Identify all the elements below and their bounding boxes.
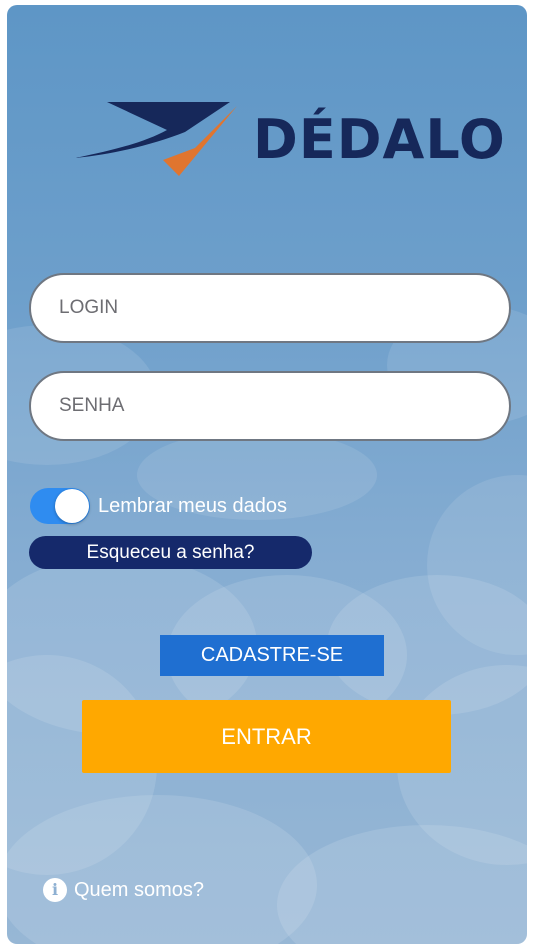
remember-toggle[interactable] <box>30 488 90 524</box>
dedalo-logo: DÉDALO <box>75 100 505 185</box>
info-icon: i <box>43 878 67 902</box>
toggle-knob <box>55 489 89 523</box>
logo-text: DÉDALO <box>253 108 506 171</box>
remember-label: Lembrar meus dados <box>98 495 287 517</box>
about-label: Quem somos? <box>74 879 205 901</box>
password-input[interactable] <box>29 371 511 441</box>
forgot-password-button[interactable]: Esqueceu a senha? <box>29 536 312 569</box>
register-button[interactable]: CADASTRE-SE <box>160 635 384 676</box>
login-screen: DÉDALO Lembrar meus dados Esqueceu a sen… <box>7 5 527 944</box>
wing-logo-icon <box>75 102 237 176</box>
enter-button[interactable]: ENTRAR <box>82 700 451 773</box>
login-input[interactable] <box>29 273 511 343</box>
